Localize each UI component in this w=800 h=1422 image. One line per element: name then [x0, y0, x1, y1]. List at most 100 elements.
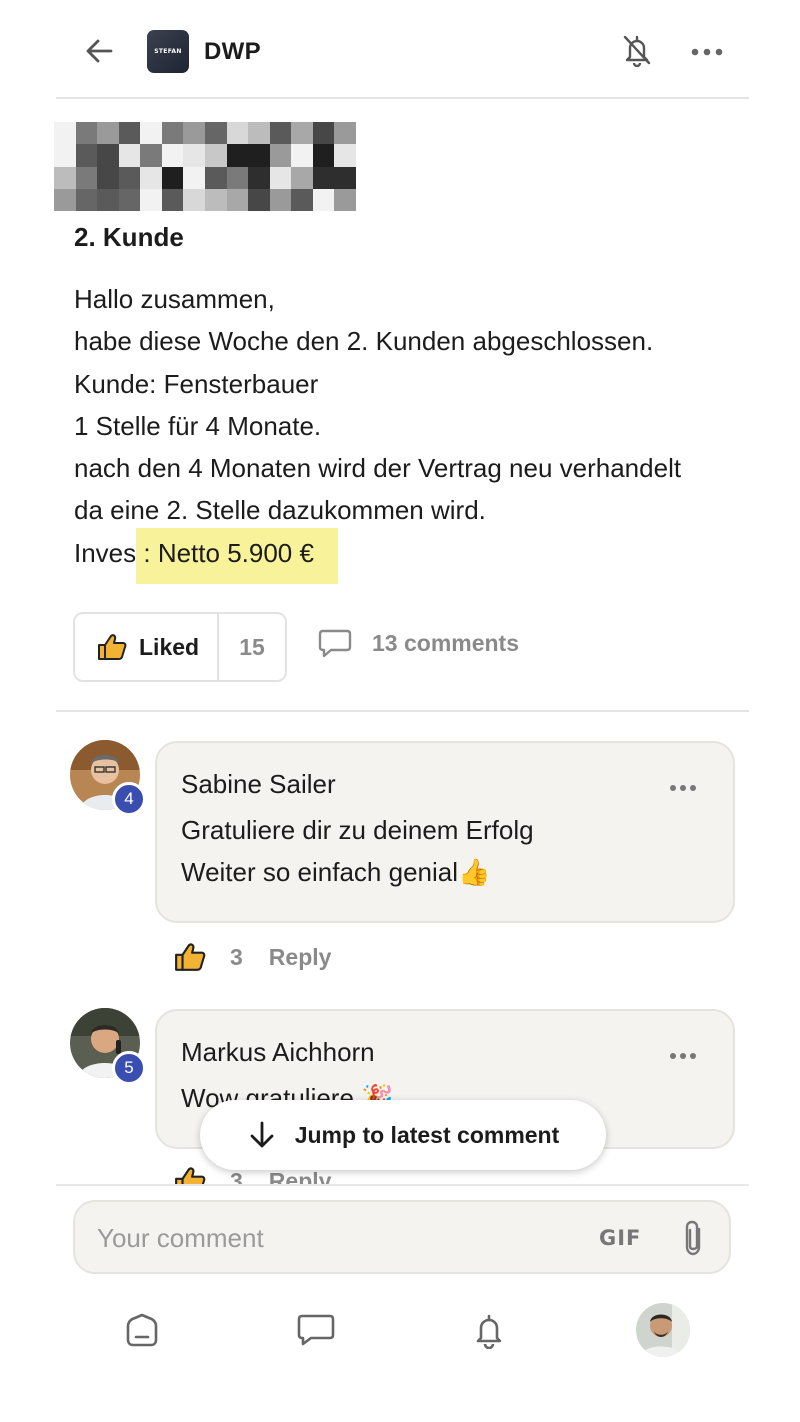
post-body: Hallo zusammen, habe diese Woche den 2. …: [74, 278, 754, 584]
gif-button[interactable]: GIF: [599, 1226, 641, 1250]
mosaic-cell: [291, 144, 313, 167]
group-title[interactable]: DWP: [204, 38, 261, 66]
comment-bubble-icon: [318, 629, 352, 658]
mosaic-cell: [75, 166, 98, 189]
mute-button[interactable]: [617, 30, 657, 70]
app-header: STEFAN DWP: [0, 0, 800, 98]
mosaic-cell: [269, 188, 292, 211]
thumbs-up-icon[interactable]: [174, 942, 206, 972]
reply-button[interactable]: Reply: [269, 944, 332, 971]
post-line-invest: Invest: Netto 5.900 €: [74, 527, 754, 584]
more-options-button[interactable]: [686, 32, 728, 72]
notifications-icon: [476, 1314, 502, 1349]
mosaic-cell: [204, 188, 227, 211]
comment-more-button[interactable]: [669, 779, 699, 791]
mosaic-cell: [97, 188, 119, 211]
mosaic-cell: [312, 144, 335, 167]
mosaic-cell: [226, 166, 249, 189]
comment-more-button[interactable]: [669, 1047, 699, 1059]
like-label: Liked: [139, 633, 200, 660]
group-logo[interactable]: STEFAN: [147, 30, 189, 73]
mosaic-cell: [54, 166, 76, 189]
mosaic-cell: [161, 188, 184, 211]
post-line: Hallo zusammen,: [74, 284, 275, 314]
comment-author[interactable]: Sabine Sailer: [181, 769, 336, 800]
post-title: 2. Kunde: [74, 222, 184, 252]
mosaic-cell: [140, 122, 162, 145]
mosaic-cell: [334, 166, 356, 189]
pixelated-image[interactable]: [54, 122, 356, 211]
composer-divider: [56, 1184, 749, 1186]
mosaic-cell: [204, 122, 227, 145]
mosaic-cell: [118, 122, 141, 145]
mosaic-cell: [75, 122, 98, 145]
like-box: Liked 15: [73, 612, 287, 682]
level-badge: 5: [112, 1051, 146, 1085]
mosaic-cell: [140, 144, 162, 167]
mosaic-cell: [183, 188, 205, 211]
comment-like-count[interactable]: 3: [230, 944, 243, 971]
mosaic-cell: [226, 188, 249, 211]
mosaic-cell: [161, 144, 184, 167]
level-badge: 4: [112, 782, 146, 816]
comment-line: Gratuliere dir zu deinem Erfolg: [181, 815, 534, 845]
more-horizontal-icon: [670, 785, 696, 791]
header-divider: [56, 97, 749, 99]
post-line: nach den 4 Monaten wird der Vertrag neu …: [74, 453, 682, 484]
mosaic-cell: [118, 144, 141, 167]
jump-label: Jump to latest comment: [294, 1121, 560, 1148]
logo-text: STEFAN: [154, 48, 182, 55]
mosaic-cell: [97, 122, 119, 145]
attach-button[interactable]: [678, 1218, 708, 1258]
comment-input[interactable]: [97, 1218, 557, 1258]
mosaic-cell: [183, 122, 205, 145]
mosaic-cell: [312, 188, 335, 211]
thumbs-up-icon: [98, 634, 127, 660]
post-line: habe diese Woche den 2. Kunden abgeschlo…: [74, 326, 654, 357]
mosaic-cell: [248, 166, 270, 189]
nav-home[interactable]: [118, 1306, 166, 1354]
mosaic-cell: [269, 122, 292, 145]
arrow-left-icon: [86, 39, 113, 63]
mosaic-cell: [54, 188, 76, 211]
jump-to-latest-button[interactable]: Jump to latest comment: [200, 1100, 606, 1170]
nav-chats[interactable]: [292, 1306, 340, 1354]
bell-off-icon: [623, 35, 651, 67]
comment-text: Gratuliere dir zu deinem Erfolg Weiter s…: [181, 809, 534, 893]
post-line: Kunde: Fensterbauer: [74, 368, 319, 399]
mosaic-cell: [161, 166, 184, 189]
mosaic-cell: [312, 166, 335, 189]
like-count-button[interactable]: 15: [219, 614, 285, 680]
mosaic-cell: [248, 144, 270, 167]
comment-line: Weiter so einfach genial👍: [181, 857, 491, 887]
home-icon: [126, 1313, 158, 1347]
mosaic-cell: [226, 122, 249, 145]
mosaic-cell: [291, 188, 313, 211]
chat-icon: [297, 1314, 335, 1346]
comments-link[interactable]: 13 comments: [318, 628, 519, 658]
mosaic-cell: [97, 144, 119, 167]
mosaic-cell: [140, 188, 162, 211]
mosaic-cell: [75, 144, 98, 167]
comment-author[interactable]: Markus Aichhorn: [181, 1037, 375, 1068]
highlighted-invest: : Netto 5.900 €: [136, 527, 338, 584]
comment-bubble: Sabine Sailer Gratuliere dir zu deinem E…: [155, 741, 735, 923]
nav-notifications[interactable]: [465, 1306, 513, 1354]
back-button[interactable]: [80, 32, 118, 70]
mosaic-cell: [334, 144, 356, 167]
post-divider: [56, 710, 749, 712]
like-button[interactable]: Liked: [75, 614, 219, 680]
more-horizontal-icon: [691, 48, 723, 56]
mosaic-cell: [183, 166, 205, 189]
arrow-down-icon: [250, 1121, 274, 1148]
mosaic-cell: [204, 144, 227, 167]
nav-profile-avatar[interactable]: [636, 1303, 690, 1357]
comment-composer: GIF: [73, 1200, 731, 1274]
mosaic-cell: [54, 122, 76, 145]
mosaic-cell: [291, 122, 313, 145]
comments-count-label: 13 comments: [372, 629, 520, 656]
mosaic-cell: [334, 188, 356, 211]
mosaic-cell: [312, 122, 335, 145]
post-line: 1 Stelle für 4 Monate.: [74, 410, 322, 441]
mosaic-cell: [226, 144, 249, 167]
